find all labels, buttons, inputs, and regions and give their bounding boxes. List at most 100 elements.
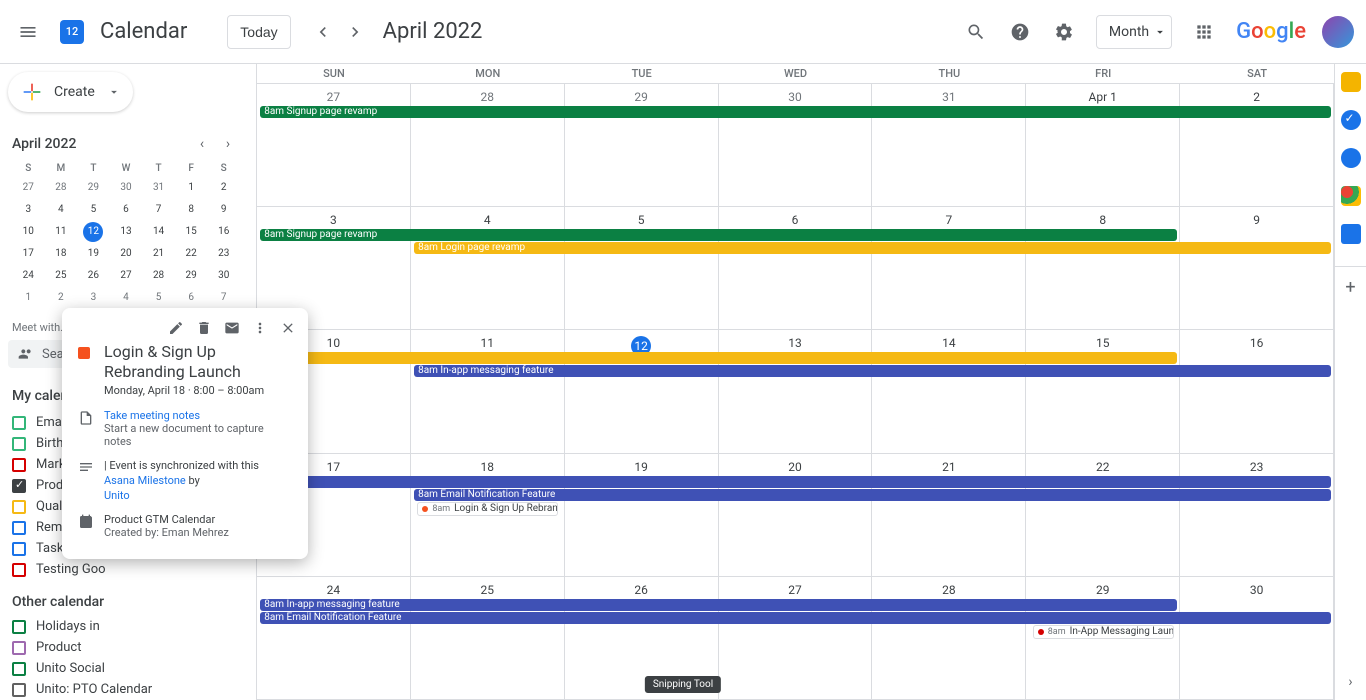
event-chip[interactable]: 8amLogin & Sign Up Rebranding Launch — [417, 502, 558, 516]
mini-prev-button[interactable]: ‹ — [190, 132, 214, 156]
main-menu-button[interactable] — [8, 12, 48, 52]
calendar-checkbox[interactable] — [12, 563, 26, 577]
mini-day[interactable]: 9 — [214, 200, 234, 220]
calendar-checkbox[interactable] — [12, 437, 26, 451]
calendar-item[interactable]: Holidays in — [8, 616, 240, 637]
asana-link[interactable]: Asana Milestone — [104, 474, 186, 487]
day-cell[interactable]: 5 — [565, 207, 719, 329]
mini-day[interactable]: 11 — [51, 222, 71, 242]
calendar-checkbox[interactable] — [12, 620, 26, 634]
day-cell[interactable]: 25 — [411, 577, 565, 699]
mini-day[interactable]: 28 — [51, 178, 71, 198]
help-icon[interactable] — [1000, 12, 1040, 52]
other-calendars-toggle[interactable]: Other calendar — [8, 588, 240, 616]
delete-event-button[interactable] — [190, 314, 218, 342]
view-selector[interactable]: Month — [1096, 15, 1172, 49]
event-bar[interactable] — [260, 476, 1331, 488]
mini-day[interactable]: 2 — [51, 288, 71, 308]
event-bar[interactable]: 8am In-app messaging feature — [414, 365, 1331, 377]
mini-day[interactable]: 13 — [116, 222, 136, 242]
mini-day[interactable]: 4 — [116, 288, 136, 308]
day-cell[interactable]: 31 — [872, 84, 1026, 206]
calendar-checkbox[interactable] — [12, 500, 26, 514]
apps-icon[interactable] — [1184, 12, 1224, 52]
mini-day[interactable]: 27 — [116, 266, 136, 286]
calendar-checkbox[interactable] — [12, 683, 26, 697]
contacts-icon[interactable] — [1341, 148, 1361, 168]
mini-day[interactable]: 31 — [149, 178, 169, 198]
collapse-panel-icon[interactable]: › — [1348, 674, 1352, 690]
day-cell[interactable]: 11 — [411, 330, 565, 452]
search-icon[interactable] — [956, 12, 996, 52]
mini-day[interactable]: 28 — [149, 266, 169, 286]
mini-day[interactable]: 19 — [83, 244, 103, 264]
calendar-checkbox[interactable] — [12, 521, 26, 535]
day-cell[interactable]: 15 — [1026, 330, 1180, 452]
day-cell[interactable]: 22 — [1026, 454, 1180, 576]
mini-day[interactable]: 3 — [18, 200, 38, 220]
prev-month-button[interactable] — [307, 16, 339, 48]
mini-day[interactable]: 5 — [149, 288, 169, 308]
calendar-checkbox[interactable] — [12, 458, 26, 472]
calendar-checkbox[interactable] — [12, 662, 26, 676]
edit-event-button[interactable] — [162, 314, 190, 342]
day-cell[interactable]: 27 — [257, 84, 411, 206]
event-bar[interactable]: 8am Email Notification Feature — [414, 489, 1331, 501]
calendar-item[interactable]: Product — [8, 637, 240, 658]
mini-day[interactable]: 22 — [181, 244, 201, 264]
calendar-checkbox[interactable] — [12, 641, 26, 655]
mini-day[interactable]: 29 — [83, 178, 103, 198]
mini-day[interactable]: 8 — [181, 200, 201, 220]
day-cell[interactable]: 30 — [1180, 577, 1334, 699]
mini-day[interactable]: 7 — [214, 288, 234, 308]
day-cell[interactable]: 16 — [1180, 330, 1334, 452]
mini-day[interactable]: 26 — [83, 266, 103, 286]
day-cell[interactable]: 28 — [411, 84, 565, 206]
day-cell[interactable]: 6 — [719, 207, 873, 329]
mini-day[interactable]: 20 — [116, 244, 136, 264]
mini-day[interactable]: 3 — [83, 288, 103, 308]
calendar-checkbox[interactable] — [12, 479, 26, 493]
keep-icon[interactable] — [1341, 72, 1361, 92]
close-popup-button[interactable] — [274, 314, 302, 342]
event-bar[interactable]: 8am Signup page revamp — [260, 106, 1331, 118]
day-cell[interactable]: 28 — [872, 577, 1026, 699]
calendar-checkbox[interactable] — [12, 416, 26, 430]
create-button[interactable]: Create — [8, 72, 133, 112]
mini-day[interactable]: 6 — [116, 200, 136, 220]
mini-day[interactable]: 14 — [149, 222, 169, 242]
mini-day[interactable]: 4 — [51, 200, 71, 220]
today-button[interactable]: Today — [227, 15, 290, 49]
unito-link[interactable]: Unito — [104, 489, 130, 502]
mini-day[interactable]: 16 — [214, 222, 234, 242]
mini-day[interactable]: 6 — [181, 288, 201, 308]
day-cell[interactable]: Apr 1 — [1026, 84, 1180, 206]
more-options-button[interactable] — [246, 314, 274, 342]
mini-day[interactable]: 24 — [18, 266, 38, 286]
calendar-checkbox[interactable] — [12, 542, 26, 556]
day-cell[interactable]: 20 — [719, 454, 873, 576]
event-bar[interactable]: 8am Login page revamp — [414, 242, 1331, 254]
account-avatar[interactable] — [1322, 16, 1354, 48]
day-cell[interactable]: 29 — [565, 84, 719, 206]
email-guests-button[interactable] — [218, 314, 246, 342]
maps-icon[interactable] — [1341, 186, 1361, 206]
day-cell[interactable]: 19 — [565, 454, 719, 576]
mini-day[interactable]: 12 — [83, 222, 103, 242]
calendar-item[interactable]: Testing Goo — [8, 559, 240, 580]
settings-icon[interactable] — [1044, 12, 1084, 52]
mini-day[interactable]: 21 — [149, 244, 169, 264]
mini-day[interactable]: 30 — [214, 266, 234, 286]
day-cell[interactable]: 7 — [872, 207, 1026, 329]
mini-day[interactable]: 2 — [214, 178, 234, 198]
calendar-item[interactable]: Unito: PTO Calendar — [8, 679, 240, 700]
mini-day[interactable]: 18 — [51, 244, 71, 264]
day-cell[interactable]: 2 — [1180, 84, 1334, 206]
day-cell[interactable]: 14 — [872, 330, 1026, 452]
day-cell[interactable]: 9 — [1180, 207, 1334, 329]
mini-day[interactable]: 23 — [214, 244, 234, 264]
add-panel-icon[interactable]: + — [1335, 266, 1366, 298]
mini-day[interactable]: 25 — [51, 266, 71, 286]
mini-day[interactable]: 30 — [116, 178, 136, 198]
mini-day[interactable]: 1 — [181, 178, 201, 198]
